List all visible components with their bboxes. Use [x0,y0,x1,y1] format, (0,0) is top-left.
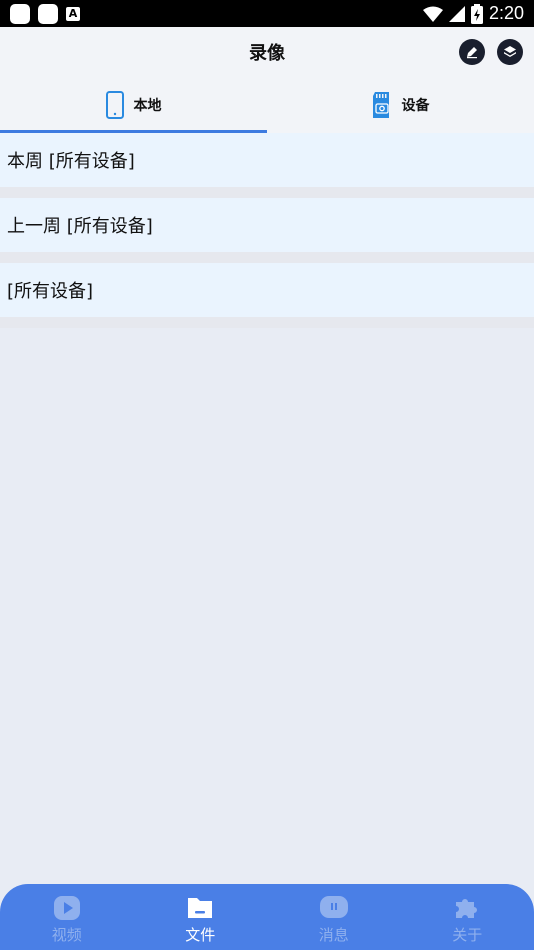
notification-icon [38,3,58,24]
message-icon [319,896,348,918]
nav-item-messages[interactable]: 消息 [267,884,401,950]
pencil-icon [467,47,477,59]
tab-local-label: 本地 [133,98,162,114]
nav-item-files[interactable]: 文件 [134,884,268,950]
page-title: 录像 [249,43,285,64]
sd-card-camera-icon [372,92,389,118]
clock: 2:20 [488,3,524,23]
tab-device-label: 设备 [401,98,430,114]
wifi-icon [422,6,443,22]
play-icon [53,896,80,920]
divider [0,187,534,198]
tab-local[interactable]: 本地 [0,77,267,133]
list-item[interactable]: 上一周 [所有设备] [0,198,534,252]
tab-bar: 本地 设备 [0,77,534,133]
phone-icon [105,91,124,119]
bottom-navigation: 视频 文件 消息 关于 [0,884,534,950]
layers-button[interactable] [497,39,523,65]
signal-icon [448,5,465,22]
notification-icon [10,3,30,24]
app-header: 录像 [0,27,534,77]
recording-list: 本周 [所有设备] 上一周 [所有设备] [所有设备] [0,133,534,328]
folder-icon [188,898,213,918]
nav-label: 消息 [318,926,349,944]
a-indicator-icon: A [66,6,80,21]
nav-label: 视频 [51,926,82,944]
nav-label: 关于 [452,926,483,944]
battery-icon [470,3,483,24]
nav-item-video[interactable]: 视频 [0,884,134,950]
nav-item-about[interactable]: 关于 [401,884,534,950]
list-item[interactable]: 本周 [所有设备] [0,133,534,187]
list-item[interactable]: [所有设备] [0,263,534,317]
edit-button[interactable] [459,39,485,65]
tab-device[interactable]: 设备 [267,77,534,133]
status-bar: A 2:20 [0,0,534,27]
layers-icon [504,46,516,57]
nav-label: 文件 [185,926,216,944]
divider [0,317,534,328]
puzzle-icon [456,899,478,918]
divider [0,252,534,263]
